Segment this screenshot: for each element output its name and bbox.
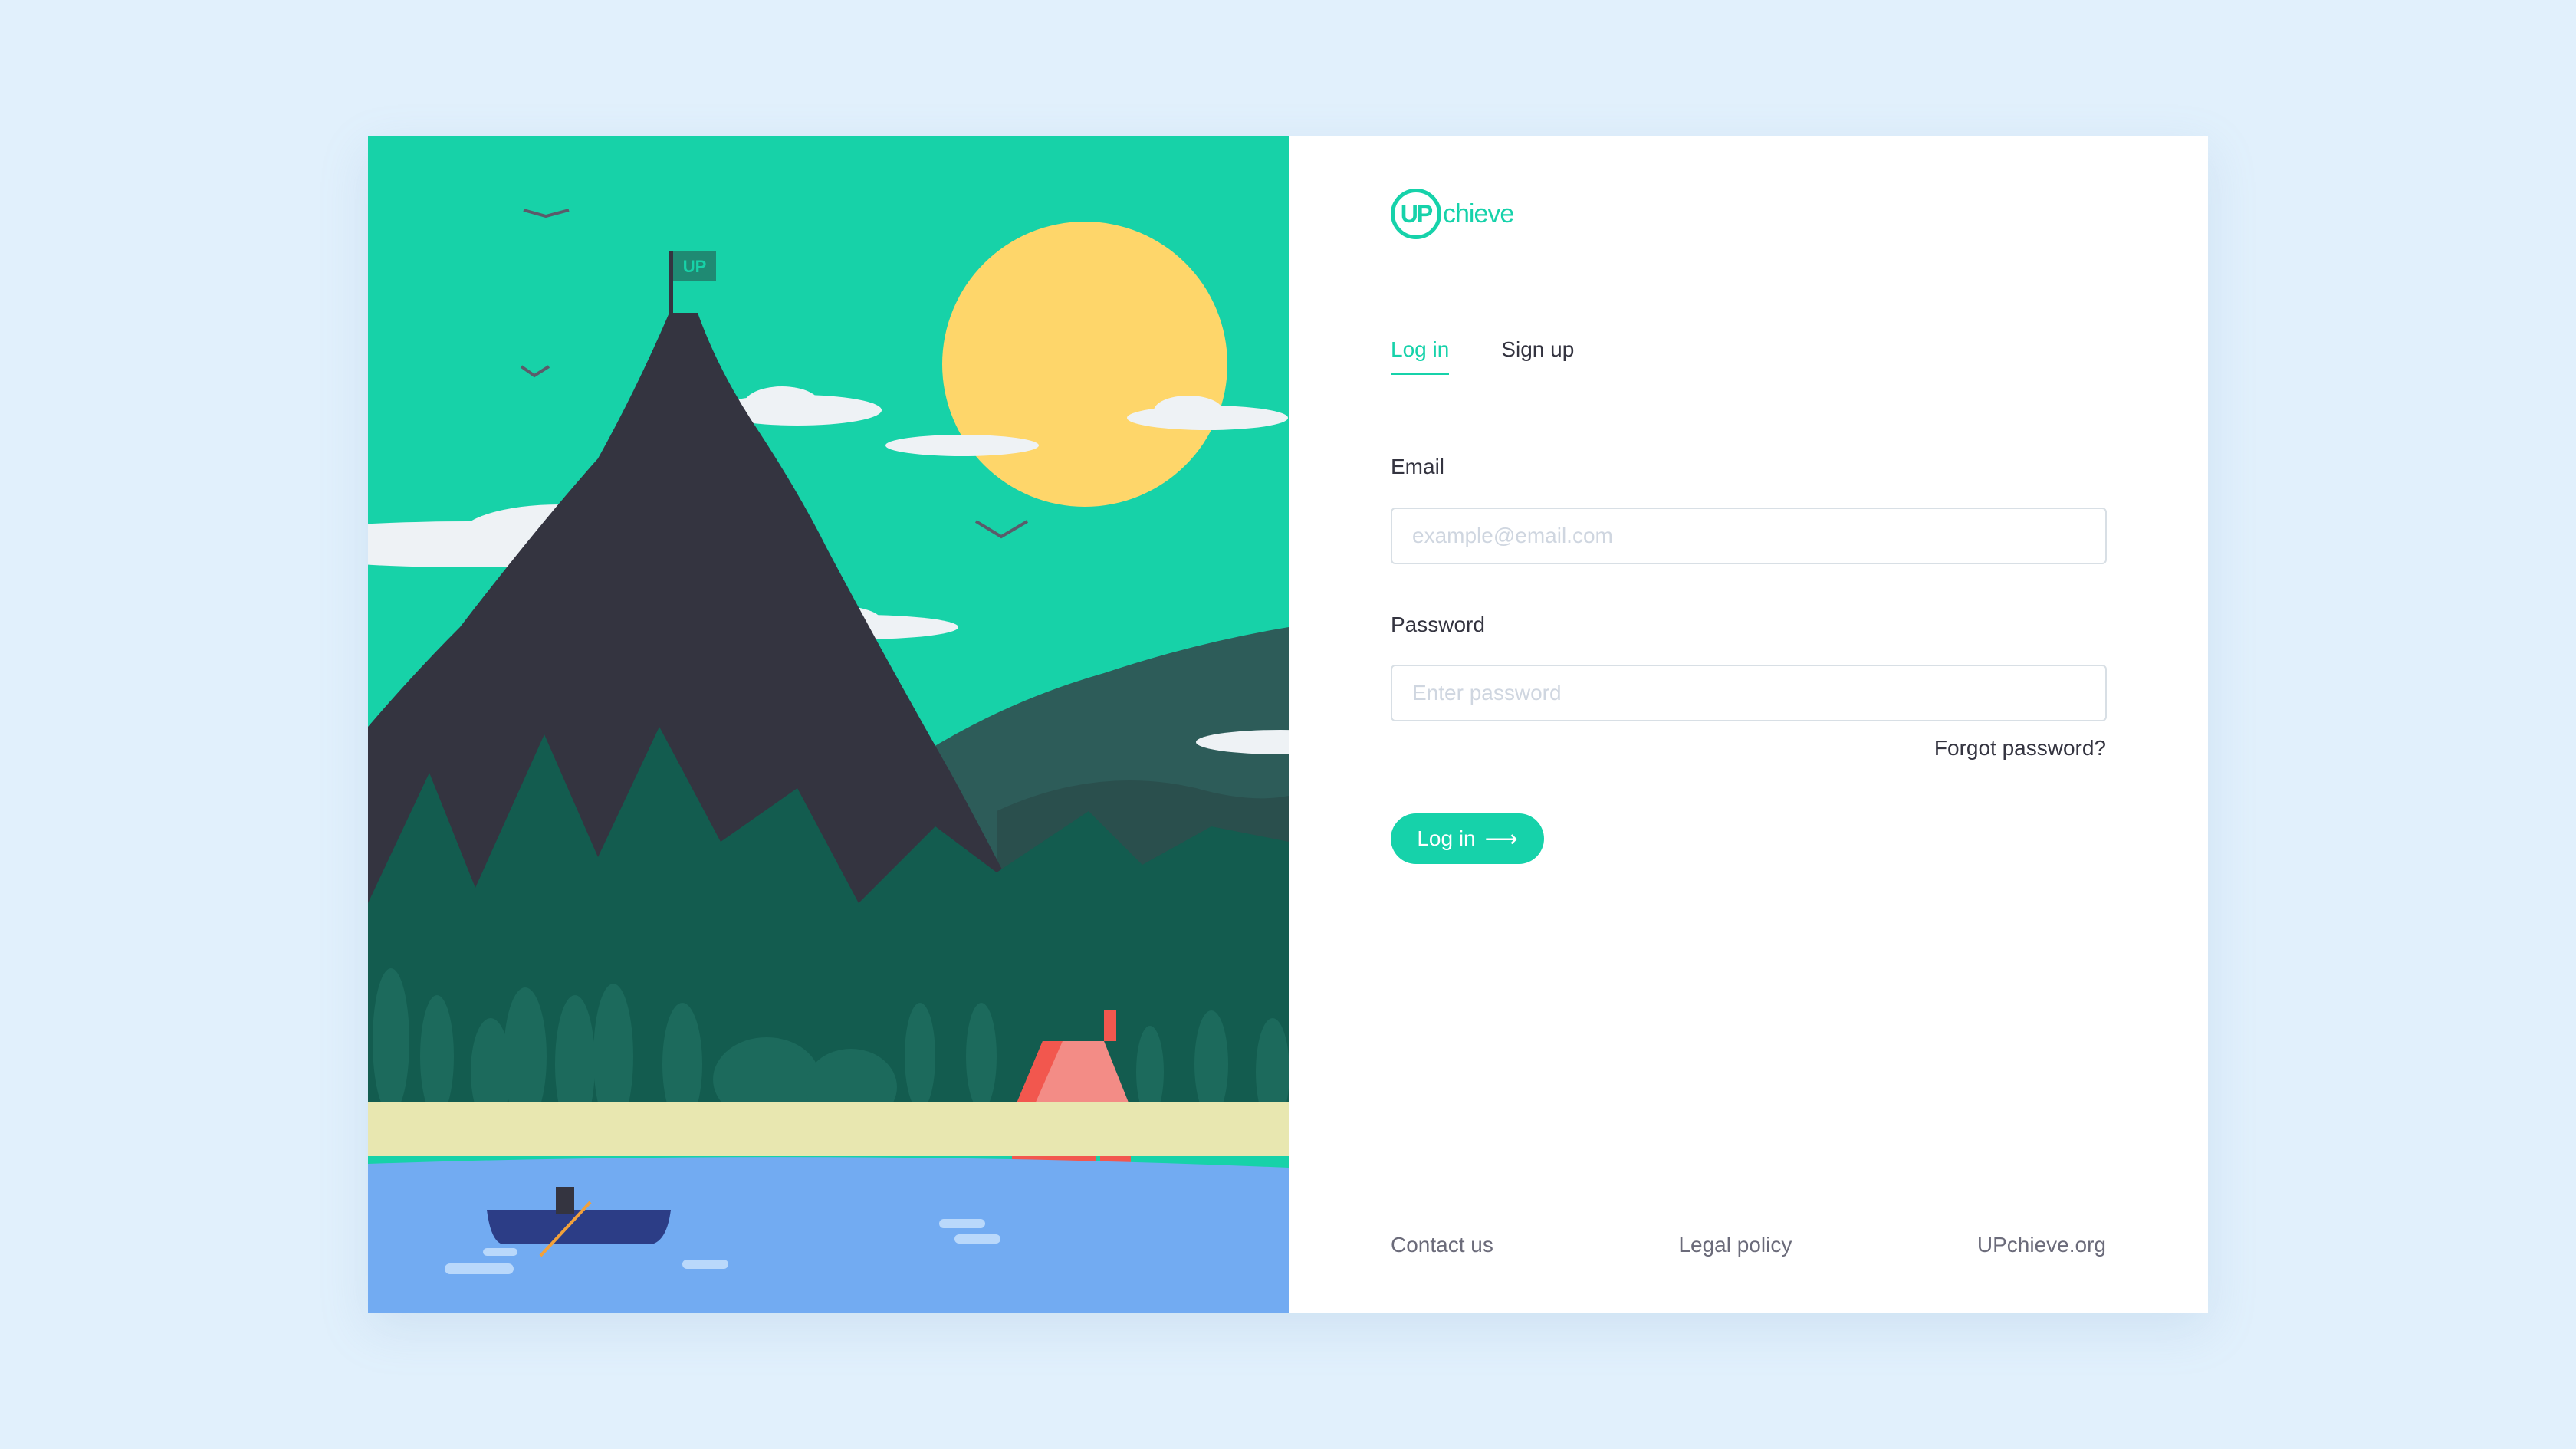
forgot-password-link[interactable]: Forgot password?	[1934, 736, 2106, 761]
tab-log-in[interactable]: Log in	[1391, 337, 1450, 375]
logo-mark: UP	[1391, 189, 1441, 239]
log-in-button[interactable]: Log in ⟶	[1391, 813, 1544, 864]
cloud	[886, 435, 1039, 456]
upchieve-org-link[interactable]: UPchieve.org	[1977, 1233, 2106, 1257]
log-in-button-label: Log in	[1417, 826, 1476, 850]
logo-text: chieve	[1443, 199, 1514, 228]
email-label: Email	[1391, 455, 1445, 478]
email-field[interactable]	[1391, 508, 2107, 564]
upchieve-logo[interactable]: UP chieve	[1391, 187, 1514, 241]
flag-text: UP	[683, 257, 707, 276]
legal-policy-link[interactable]: Legal policy	[1678, 1233, 1792, 1257]
login-card: UP UP chieve Log in Sign up Email exampl…	[368, 136, 2208, 1313]
login-panel: UP chieve Log in Sign up Email Password …	[1289, 136, 2208, 1313]
tab-sign-up[interactable]: Sign up	[1501, 337, 1574, 375]
footer-links: Contact us Legal policy UPchieve.org	[1391, 1233, 2106, 1257]
flag-pole	[669, 251, 673, 320]
beach	[368, 1102, 1289, 1156]
sun	[942, 222, 1227, 507]
auth-tabs: Log in Sign up	[1391, 337, 1574, 375]
landscape-illustration: UP	[368, 136, 1289, 1313]
arrow-right-icon: ⟶	[1484, 826, 1518, 852]
password-field[interactable]	[1391, 665, 2107, 721]
password-label: Password	[1391, 613, 1485, 636]
contact-us-link[interactable]: Contact us	[1391, 1233, 1493, 1257]
